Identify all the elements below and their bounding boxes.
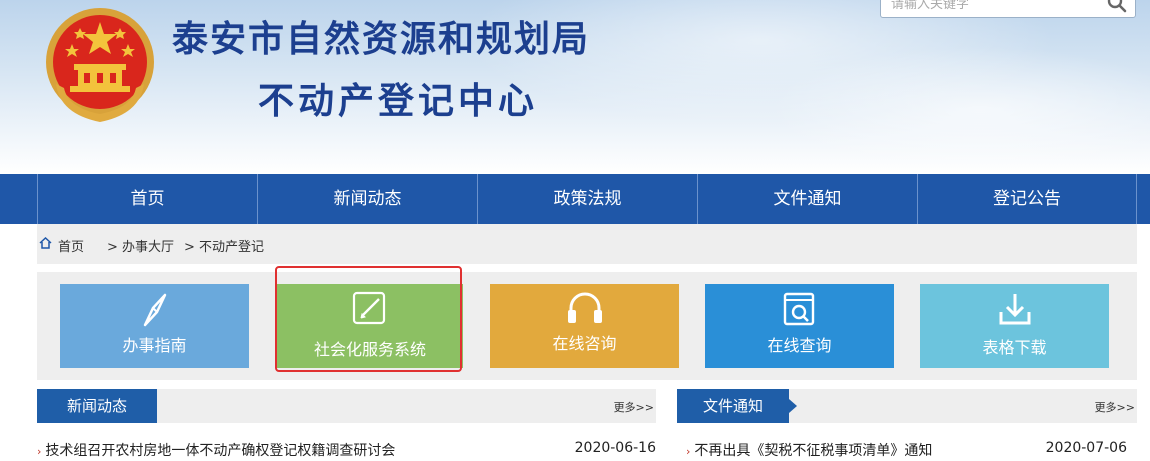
download-icon [999,294,1030,325]
main-nav: 首页 新闻动态 政策法规 文件通知 登记公告 [0,174,1150,224]
breadcrumb-hall[interactable]: > 办事大厅 [107,236,174,255]
search-icon[interactable] [1105,0,1129,17]
search-input[interactable] [891,0,1101,17]
tile-query[interactable]: 在线查询 [705,284,894,368]
tile-guide-label: 办事指南 [122,336,187,355]
tile-guide[interactable]: 办事指南 [60,284,249,368]
service-tiles: 办事指南 社会化服务系统 在线咨询 在线查询 表格下载 [37,272,1137,380]
nav-item-news[interactable]: 新闻动态 [257,174,477,224]
news-panel-header: 新闻动态 更多>> [37,389,656,423]
notices-more-link[interactable]: 更多>> [1095,399,1135,415]
site-header: 泰安市自然资源和规划局 不动产登记中心 [0,0,1150,174]
tile-social-service[interactable]: 社会化服务系统 [277,284,463,368]
news-item-title: 技术组召开农村房地一体不动产确权登记权籍调查研讨会 [45,443,396,459]
nav-item-notices[interactable]: 文件通知 [697,174,917,224]
breadcrumb-home[interactable]: 首页 [58,236,84,255]
site-title: 泰安市自然资源和规划局 [172,19,591,60]
compass-icon [143,293,166,327]
tile-download[interactable]: 表格下载 [920,284,1109,368]
tile-download-label: 表格下载 [982,338,1047,357]
breadcrumb-current: > 不动产登记 [184,240,265,255]
nav-item-policies[interactable]: 政策法规 [477,174,697,224]
bullet-icon: › [37,445,42,458]
search-box [880,0,1136,18]
tile-query-label: 在线查询 [767,336,832,355]
news-item-date: 2020-06-16 [574,440,656,456]
breadcrumb: 首页 > 办事大厅 > 不动产登记 [37,224,1137,264]
notice-list-item[interactable]: › 不再出具《契税不征税事项清单》通知 2020-07-06 [686,440,1127,460]
news-list-item[interactable]: › 技术组召开农村房地一体不动产确权登记权籍调查研讨会 2020-06-16 [37,440,656,460]
notices-panel-title: 文件通知 [677,389,789,423]
notice-item-date: 2020-07-06 [1045,440,1127,456]
tile-social-service-label: 社会化服务系统 [313,340,426,359]
nav-item-home[interactable]: 首页 [37,174,257,224]
headphones-icon [567,292,602,323]
news-panel-title: 新闻动态 [37,389,157,423]
national-emblem-icon [46,8,154,122]
edit-icon [352,291,386,325]
nav-item-announcements[interactable]: 登记公告 [917,174,1137,224]
notices-panel-header: 文件通知 更多>> [677,389,1137,423]
home-icon [39,237,52,249]
site-subtitle: 不动产登记中心 [258,81,539,122]
notice-item-title: 不再出具《契税不征税事项清单》通知 [694,443,933,459]
news-more-link[interactable]: 更多>> [614,399,654,415]
query-icon [783,292,814,326]
tab-arrow-icon [789,399,797,413]
tile-consult[interactable]: 在线咨询 [490,284,679,368]
bullet-icon: › [686,445,691,458]
tile-consult-label: 在线咨询 [552,334,617,353]
